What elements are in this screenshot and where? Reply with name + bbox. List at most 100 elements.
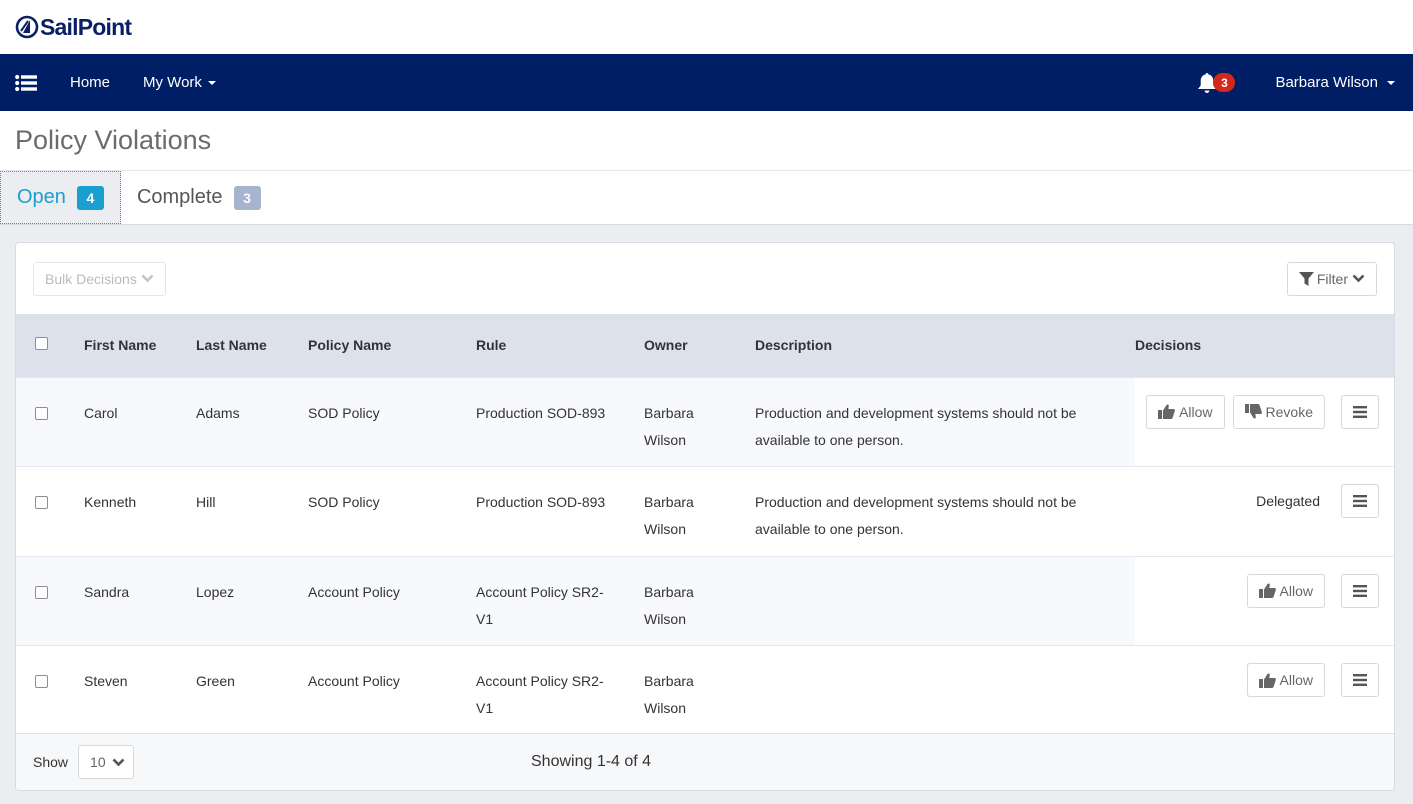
first-name-cell: Carol	[84, 377, 196, 467]
notification-count-badge: 3	[1213, 73, 1236, 92]
rule-cell: Production SOD-893	[476, 494, 606, 510]
column-header-decisions: Decisions	[1135, 337, 1202, 354]
showing-count-text: Showing 1-4 of 4	[531, 753, 652, 770]
table-row: Carol Adams SOD Policy Production SOD-89…	[16, 377, 1394, 467]
decisions-cell: Allow	[1135, 556, 1394, 646]
sailpoint-logo[interactable]: SailPoint	[15, 13, 132, 41]
select-all-cell	[16, 314, 84, 377]
column-header-policy-name[interactable]: Policy Name	[308, 314, 476, 377]
page-header: Policy Violations	[0, 111, 1413, 170]
owner-cell: Barbara Wilson	[644, 377, 755, 467]
row-checkbox[interactable]	[35, 406, 48, 420]
rule-cell: Production SOD-893	[476, 377, 644, 467]
table-row: Sandra Lopez Account Policy Account Poli…	[16, 556, 1394, 646]
filter-button[interactable]: Filter	[1286, 261, 1377, 296]
table-header-row: First Name Last Name Policy Name Rule Ow…	[16, 314, 1394, 377]
row-checkbox[interactable]	[35, 585, 48, 599]
pagination-footer: Show 10 Showing 1-4 of 4	[16, 733, 1394, 790]
chevron-down-icon	[141, 274, 154, 283]
violations-table: First Name Last Name Policy Name Rule Ow…	[16, 314, 1394, 736]
decisions-cell: Delegated	[1135, 467, 1394, 557]
top-navbar: Home My Work 3 Barbara Wilson	[0, 54, 1413, 111]
caret-down-icon	[207, 80, 216, 85]
bulk-decisions-label: Bulk Decisions	[45, 270, 137, 287]
filter-icon	[1298, 271, 1314, 286]
owner-cell: Barbara Wilson	[644, 673, 694, 716]
thumbs-up-icon	[1258, 672, 1276, 688]
tab-open-label: Open	[17, 186, 66, 208]
thumbs-up-icon	[1158, 404, 1175, 419]
row-actions-menu-button[interactable]	[1341, 573, 1379, 608]
first-name-cell: Kenneth	[84, 494, 137, 510]
table-row: Kenneth Hill SOD Policy Production SOD-8…	[16, 466, 1394, 557]
user-menu-dropdown[interactable]: Barbara Wilson	[1275, 74, 1395, 91]
column-header-last-name[interactable]: Last Name	[196, 314, 308, 377]
policy-name-cell: Account Policy	[308, 556, 476, 646]
first-name-cell: Sandra	[84, 556, 196, 646]
decisions-cell: Allow	[1135, 646, 1394, 736]
tab-open[interactable]: Open 4	[0, 171, 121, 224]
page-title: Policy Violations	[15, 125, 212, 155]
tab-complete-count-badge: 3	[233, 185, 261, 210]
page-size-select[interactable]: 10	[78, 745, 134, 779]
last-name-cell: Lopez	[196, 556, 308, 646]
tab-open-count-badge: 4	[76, 185, 104, 210]
owner-cell: Barbara Wilson	[644, 556, 755, 646]
allow-label: Allow	[1279, 582, 1313, 599]
policy-name-cell: Account Policy	[308, 673, 400, 689]
violations-panel: Bulk Decisions Filter First Name Last Na…	[15, 242, 1395, 791]
user-name: Barbara Wilson	[1275, 74, 1378, 91]
column-header-rule[interactable]: Rule	[476, 314, 644, 377]
list-icon[interactable]	[15, 74, 37, 92]
thumbs-down-icon	[1244, 404, 1262, 419]
brand-bar: SailPoint	[0, 0, 1413, 54]
policy-name-cell: SOD Policy	[308, 377, 476, 467]
bulk-decisions-button[interactable]: Bulk Decisions	[33, 261, 166, 296]
revoke-label: Revoke	[1265, 403, 1313, 420]
brand-name: SailPoint	[40, 13, 132, 40]
delegated-status: Delegated	[1256, 492, 1320, 509]
rule-cell: Account Policy SR2-V1	[476, 673, 604, 716]
status-tabs: Open 4 Complete 3	[0, 170, 1413, 225]
nav-home-link[interactable]: Home	[70, 74, 110, 91]
chevron-down-icon	[1352, 274, 1365, 283]
rule-cell: Account Policy SR2-V1	[476, 556, 644, 646]
row-actions-menu-button[interactable]	[1341, 394, 1379, 429]
last-name-cell: Adams	[196, 377, 308, 467]
allow-button[interactable]: Allow	[1146, 394, 1225, 429]
notifications-button[interactable]: 3	[1197, 72, 1236, 94]
hamburger-menu-icon	[1353, 584, 1367, 597]
column-header-description[interactable]: Description	[755, 314, 1135, 377]
row-select-cell	[16, 556, 84, 646]
row-select-cell	[16, 646, 84, 736]
caret-down-icon	[1387, 80, 1395, 85]
select-all-checkbox[interactable]	[35, 337, 48, 351]
column-header-owner[interactable]: Owner	[644, 314, 755, 377]
allow-label: Allow	[1279, 672, 1313, 688]
row-checkbox[interactable]	[35, 675, 48, 688]
row-checkbox[interactable]	[35, 496, 48, 509]
thumbs-up-icon	[1258, 583, 1276, 598]
description-cell: Production and development systems shoul…	[755, 494, 1077, 537]
row-actions-menu-button[interactable]	[1341, 484, 1379, 518]
chevron-down-icon	[112, 758, 125, 766]
description-cell	[755, 556, 1135, 646]
table-row: Steven Green Account Policy Account Poli…	[16, 645, 1394, 736]
description-cell	[755, 646, 1135, 736]
revoke-button[interactable]: Revoke	[1232, 394, 1325, 429]
hamburger-menu-icon	[1353, 674, 1367, 686]
row-actions-menu-button[interactable]	[1341, 663, 1379, 697]
hamburger-menu-icon	[1353, 405, 1367, 418]
allow-button[interactable]: Allow	[1246, 663, 1325, 697]
nav-my-work-dropdown[interactable]: My Work	[143, 74, 216, 91]
show-label: Show	[33, 754, 69, 770]
column-header-first-name[interactable]: First Name	[84, 314, 196, 377]
filter-label: Filter	[1316, 270, 1348, 287]
tab-complete-label: Complete	[136, 186, 223, 208]
owner-cell: Barbara Wilson	[644, 494, 694, 537]
row-select-cell	[16, 467, 84, 557]
row-select-cell	[16, 377, 84, 467]
allow-button[interactable]: Allow	[1246, 573, 1325, 608]
tab-complete[interactable]: Complete 3	[121, 171, 277, 224]
page-size-value: 10	[90, 754, 106, 770]
